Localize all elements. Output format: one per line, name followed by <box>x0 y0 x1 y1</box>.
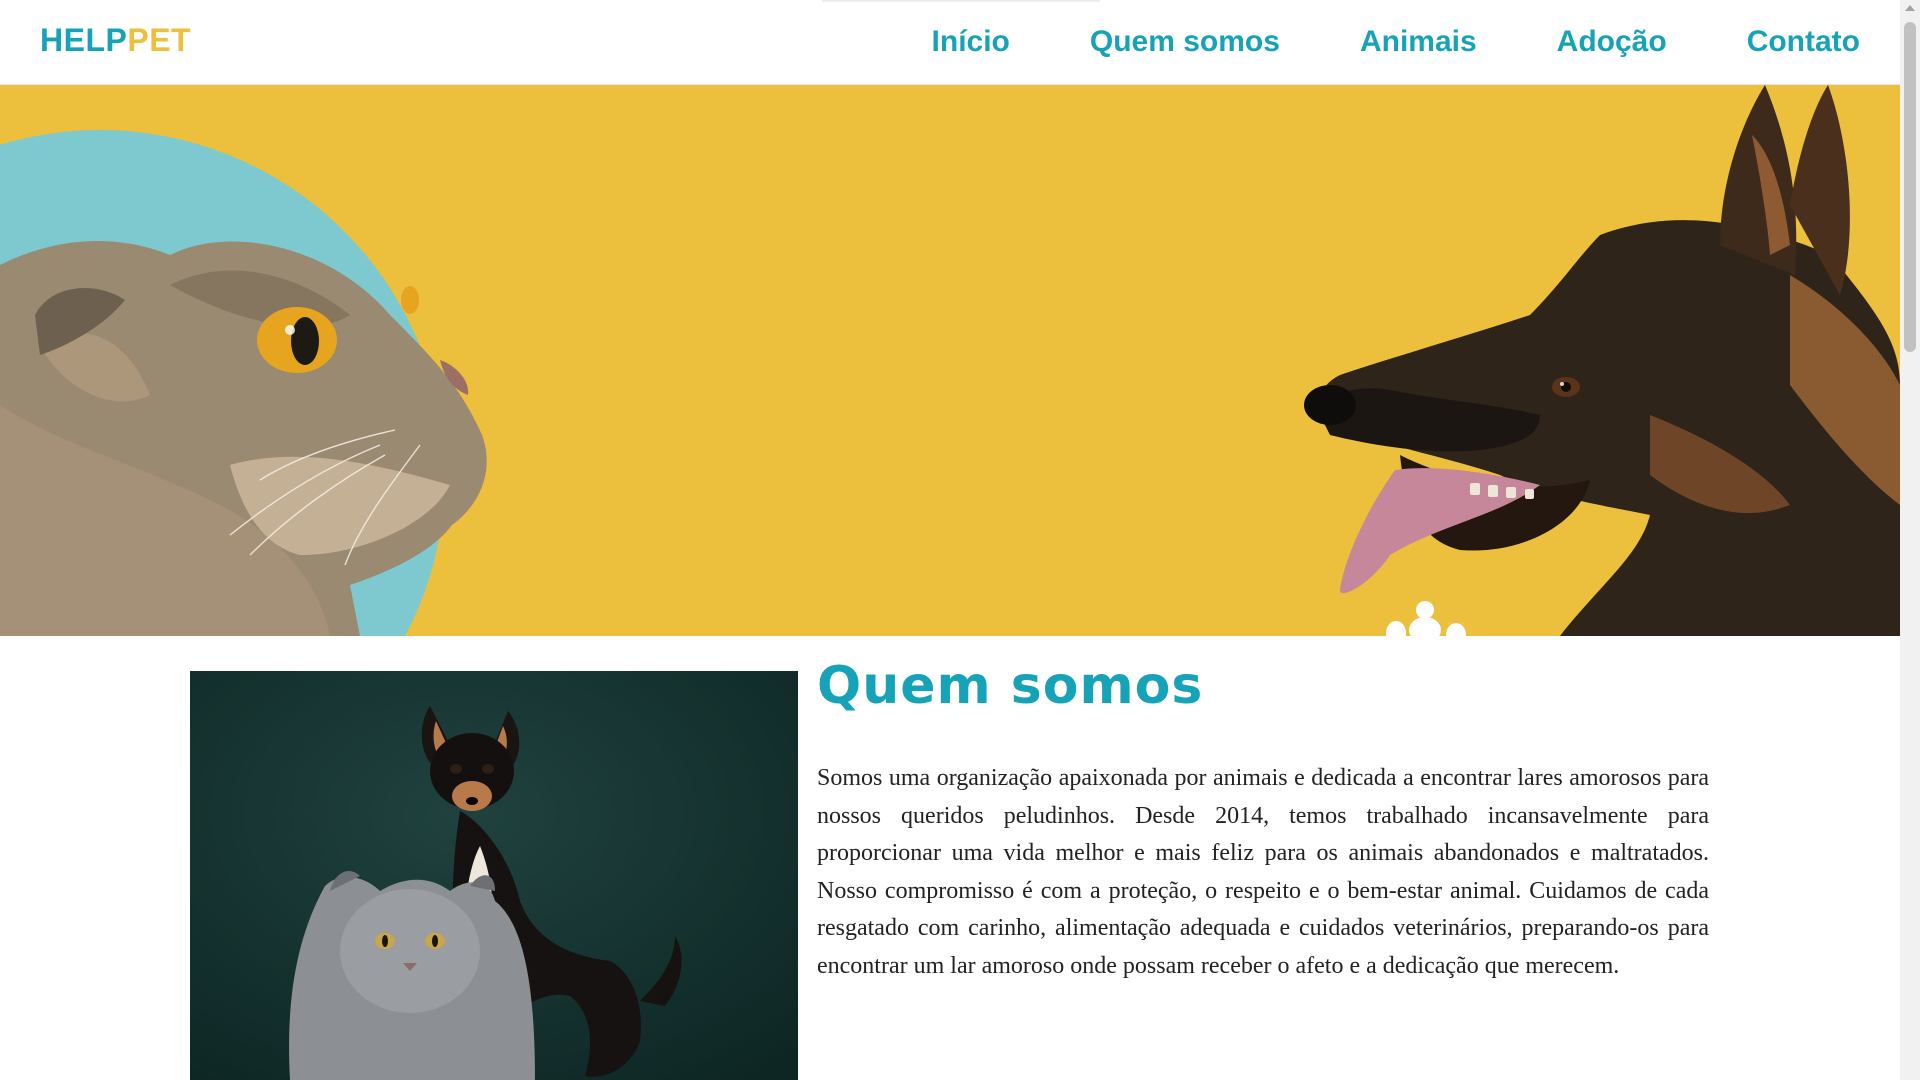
nav-link-animais[interactable]: Animais <box>1360 25 1477 59</box>
dog-and-cat-photo <box>190 671 798 1080</box>
logo-part-pet: PET <box>127 22 192 58</box>
about-title: Quem somos <box>817 656 1204 716</box>
dog-photo <box>1304 85 1900 636</box>
page-scrollbar[interactable] <box>1900 0 1920 1080</box>
nav-link-quem-somos[interactable]: Quem somos <box>1090 25 1280 59</box>
paw-print-icon <box>1386 601 1466 636</box>
nav-link-adocao[interactable]: Adoção <box>1557 25 1667 59</box>
about-image-dog-and-cat <box>190 671 798 1080</box>
hero-illustration <box>0 85 1900 636</box>
nav-link-inicio[interactable]: Início <box>932 25 1010 59</box>
logo[interactable]: HELPPET <box>40 22 191 59</box>
scroll-up-arrow-icon[interactable] <box>1905 5 1915 11</box>
hero-banner <box>0 85 1900 636</box>
main-nav: Início Quem somos Animais Adoção Contato <box>932 0 1860 84</box>
nav-link-contato[interactable]: Contato <box>1747 25 1860 59</box>
about-paragraph: Somos uma organização apaixonada por ani… <box>817 765 1709 979</box>
site-header: HELPPET Início Quem somos Animais Adoção… <box>0 0 1900 85</box>
scrollbar-thumb[interactable] <box>1904 22 1916 352</box>
logo-part-help: HELP <box>40 22 128 58</box>
dog-nose <box>1304 385 1356 425</box>
